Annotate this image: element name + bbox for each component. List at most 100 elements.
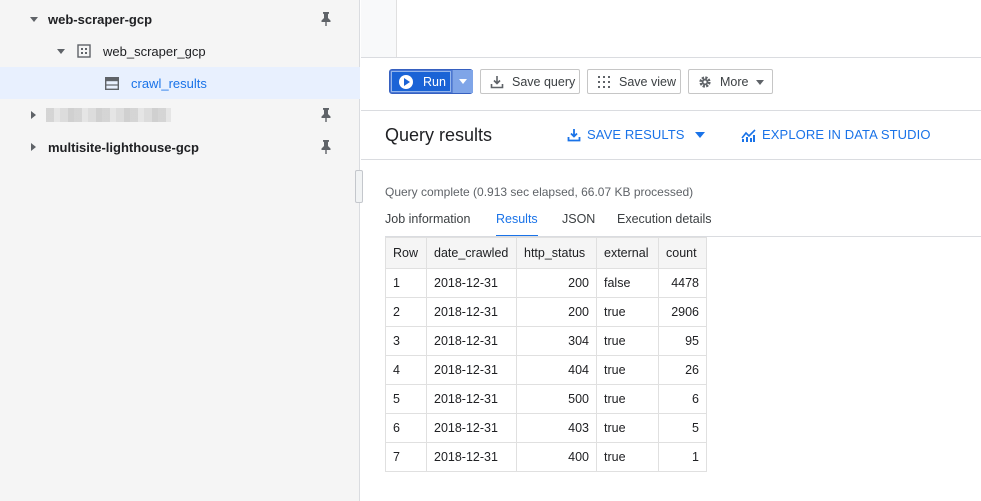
external-cell: true xyxy=(596,413,659,443)
save-view-button[interactable]: Save view xyxy=(587,69,681,94)
http-status-cell: 304 xyxy=(516,326,597,356)
http-status-cell: 500 xyxy=(516,384,597,414)
count-cell: 5 xyxy=(658,413,707,443)
table-row: 2 2018-12-31 200 true 2906 xyxy=(385,297,707,327)
row-number-cell: 1 xyxy=(385,268,427,298)
row-number-cell: 5 xyxy=(385,384,427,414)
http-status-cell: 404 xyxy=(516,355,597,385)
panel-resize-handle[interactable] xyxy=(355,170,363,203)
row-number-cell: 6 xyxy=(385,413,427,443)
run-main-button[interactable]: Run xyxy=(391,71,451,92)
table-header-row: Row date_crawled http_status external co… xyxy=(385,237,707,269)
expand-caret-icon[interactable] xyxy=(57,49,65,54)
date-crawled-cell: 2018-12-31 xyxy=(426,442,517,472)
table-row: 6 2018-12-31 403 true 5 xyxy=(385,413,707,443)
download-icon xyxy=(567,128,581,141)
date-crawled-cell: 2018-12-31 xyxy=(426,297,517,327)
tab-job-information[interactable]: Job information xyxy=(385,212,470,237)
http-status-cell: 403 xyxy=(516,413,597,443)
pin-icon[interactable] xyxy=(320,108,332,122)
count-cell: 2906 xyxy=(658,297,707,327)
http-status-cell: 400 xyxy=(516,442,597,472)
run-label: Run xyxy=(423,75,446,89)
row-number-cell: 3 xyxy=(385,326,427,356)
save-query-label: Save query xyxy=(512,75,576,89)
count-cell: 1 xyxy=(658,442,707,472)
external-cell: false xyxy=(596,268,659,298)
external-cell: true xyxy=(596,442,659,472)
column-header: http_status xyxy=(516,237,597,269)
table-row: 4 2018-12-31 404 true 26 xyxy=(385,355,707,385)
expand-caret-icon[interactable] xyxy=(30,17,38,22)
chevron-down-icon xyxy=(694,131,705,138)
project-row-redacted[interactable] xyxy=(0,99,360,131)
table-icon xyxy=(105,77,119,90)
table-row: 5 2018-12-31 500 true 6 xyxy=(385,384,707,414)
table-row-crawl-results[interactable]: crawl_results xyxy=(0,67,360,99)
explore-label: EXPLORE IN DATA STUDIO xyxy=(762,127,931,142)
run-button[interactable]: Run xyxy=(389,69,473,94)
query-status-text: Query complete (0.913 sec elapsed, 66.07… xyxy=(385,185,694,199)
pin-icon[interactable] xyxy=(320,12,332,26)
column-header: date_crawled xyxy=(426,237,517,269)
save-view-label: Save view xyxy=(619,75,676,89)
date-crawled-cell: 2018-12-31 xyxy=(426,268,517,298)
editor-line-gutter xyxy=(361,0,397,57)
project-name: web-scraper-gcp xyxy=(48,12,153,27)
date-crawled-cell: 2018-12-31 xyxy=(426,355,517,385)
divider xyxy=(361,57,981,58)
run-dropdown-button[interactable] xyxy=(452,70,473,93)
save-results-label: SAVE RESULTS xyxy=(587,127,685,142)
view-grid-icon xyxy=(598,76,610,88)
count-cell: 4478 xyxy=(658,268,707,298)
tab-results[interactable]: Results xyxy=(496,212,538,237)
chevron-down-icon xyxy=(459,79,467,84)
more-button[interactable]: More xyxy=(688,69,773,94)
table-row: 7 2018-12-31 400 true 1 xyxy=(385,442,707,472)
results-table: Row date_crawled http_status external co… xyxy=(385,237,707,472)
chevron-down-icon xyxy=(756,80,764,85)
divider xyxy=(361,159,981,160)
project-row-web-scraper-gcp[interactable]: web-scraper-gcp xyxy=(0,3,360,35)
row-number-cell: 4 xyxy=(385,355,427,385)
save-query-button[interactable]: Save query xyxy=(480,69,580,94)
more-label: More xyxy=(720,75,749,89)
explorer-sidebar: web-scraper-gcp web_scraper_gcp crawl_re… xyxy=(0,0,360,501)
table-row: 3 2018-12-31 304 true 95 xyxy=(385,326,707,356)
external-cell: true xyxy=(596,355,659,385)
expand-caret-icon[interactable] xyxy=(31,143,36,151)
row-number-cell: 7 xyxy=(385,442,427,472)
date-crawled-cell: 2018-12-31 xyxy=(426,413,517,443)
http-status-cell: 200 xyxy=(516,268,597,298)
dataset-icon xyxy=(77,44,91,58)
gear-icon xyxy=(699,76,711,88)
count-cell: 6 xyxy=(658,384,707,414)
pin-icon[interactable] xyxy=(320,140,332,154)
tab-json[interactable]: JSON xyxy=(562,212,595,237)
external-cell: true xyxy=(596,326,659,356)
column-header: external xyxy=(596,237,659,269)
date-crawled-cell: 2018-12-31 xyxy=(426,326,517,356)
date-crawled-cell: 2018-12-31 xyxy=(426,384,517,414)
save-results-button[interactable]: SAVE RESULTS xyxy=(567,127,705,142)
count-cell: 95 xyxy=(658,326,707,356)
explore-data-studio-button[interactable]: EXPLORE IN DATA STUDIO xyxy=(741,127,931,142)
redacted-project-name xyxy=(46,108,171,122)
tab-execution-details[interactable]: Execution details xyxy=(617,212,712,237)
expand-caret-icon[interactable] xyxy=(31,111,36,119)
dataset-name: web_scraper_gcp xyxy=(103,44,206,59)
project-name: multisite-lighthouse-gcp xyxy=(48,140,199,155)
play-triangle xyxy=(404,78,410,86)
divider xyxy=(361,110,981,111)
http-status-cell: 200 xyxy=(516,297,597,327)
column-header: count xyxy=(658,237,707,269)
row-number-cell: 2 xyxy=(385,297,427,327)
project-row-multisite-lighthouse-gcp[interactable]: multisite-lighthouse-gcp xyxy=(0,131,360,163)
external-cell: true xyxy=(596,297,659,327)
dataset-row-web-scraper-gcp[interactable]: web_scraper_gcp xyxy=(0,35,360,67)
column-header: Row xyxy=(385,237,427,269)
download-icon xyxy=(490,76,504,89)
chart-icon xyxy=(741,128,756,142)
table-name: crawl_results xyxy=(131,76,207,91)
results-title: Query results xyxy=(385,125,493,145)
